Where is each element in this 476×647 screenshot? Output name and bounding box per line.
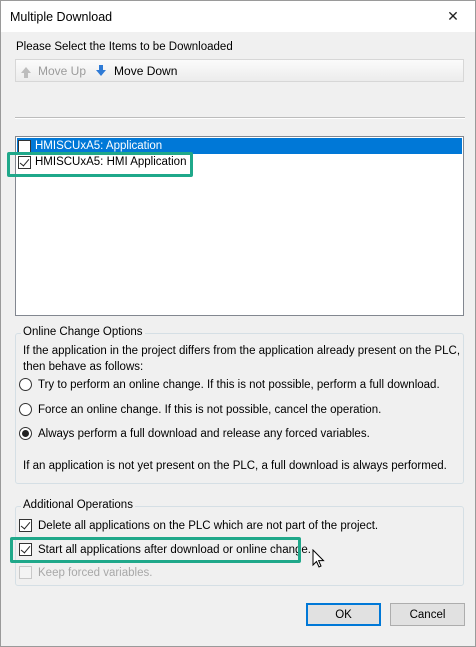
option-force-online-change[interactable]: Force an online change. If this is not p… — [19, 403, 381, 416]
close-icon: ✕ — [447, 8, 459, 24]
option-always-full-download[interactable]: Always perform a full download and relea… — [19, 427, 370, 440]
radio-button[interactable] — [19, 427, 32, 440]
arrow-up-icon — [21, 66, 31, 78]
full-download-note: If an application is not yet present on … — [23, 460, 447, 472]
move-down-button[interactable]: Move Down — [91, 60, 182, 81]
radio-button[interactable] — [19, 403, 32, 416]
option-label: Always perform a full download and relea… — [38, 427, 370, 440]
ok-label: OK — [335, 608, 352, 621]
title-bar: Multiple Download ✕ — [1, 1, 475, 32]
option-label: Delete all applications on the PLC which… — [38, 519, 379, 532]
additional-operations-legend: Additional Operations — [21, 499, 135, 511]
highlight-box-hmi-application — [7, 152, 193, 177]
online-change-legend: Online Change Options — [21, 326, 145, 338]
option-keep-forced-variables[interactable]: Keep forced variables. — [19, 566, 152, 579]
arrow-down-icon — [96, 64, 107, 76]
separator-highlight — [15, 118, 465, 119]
close-button[interactable]: ✕ — [431, 1, 475, 32]
option-label: Force an online change. If this is not p… — [38, 403, 382, 416]
checkbox[interactable] — [19, 566, 32, 579]
move-up-button[interactable]: Move Up — [16, 60, 91, 81]
checkbox[interactable] — [19, 519, 32, 532]
move-up-label: Move Up — [38, 63, 87, 78]
highlight-box-start-applications — [10, 537, 301, 563]
option-delete-applications[interactable]: Delete all applications on the PLC which… — [19, 519, 378, 532]
option-label: Try to perform an online change. If this… — [38, 378, 440, 391]
ok-button[interactable]: OK — [306, 603, 381, 626]
toolbar: Move Up Move Down — [15, 59, 464, 82]
item-checkbox[interactable] — [18, 139, 31, 153]
description-line-1: If the application in the project differ… — [23, 345, 461, 357]
window-title: Multiple Download — [10, 10, 113, 24]
cancel-button[interactable]: Cancel — [390, 603, 465, 626]
cancel-label: Cancel — [409, 608, 446, 621]
option-try-online-change[interactable]: Try to perform an online change. If this… — [19, 378, 440, 391]
select-items-prompt: Please Select the Items to be Downloaded — [16, 41, 233, 53]
move-down-label: Move Down — [114, 63, 178, 78]
radio-button[interactable] — [19, 378, 32, 391]
online-change-description: If the application in the project differ… — [23, 343, 460, 375]
list-item-label: HMISCUxA5: Application — [35, 140, 163, 152]
description-line-2: then behave as follows: — [23, 361, 144, 373]
option-label: Keep forced variables. — [38, 566, 153, 579]
multiple-download-dialog: Multiple Download ✕ Please Select the It… — [0, 0, 476, 647]
mouse-cursor-icon — [312, 549, 325, 568]
